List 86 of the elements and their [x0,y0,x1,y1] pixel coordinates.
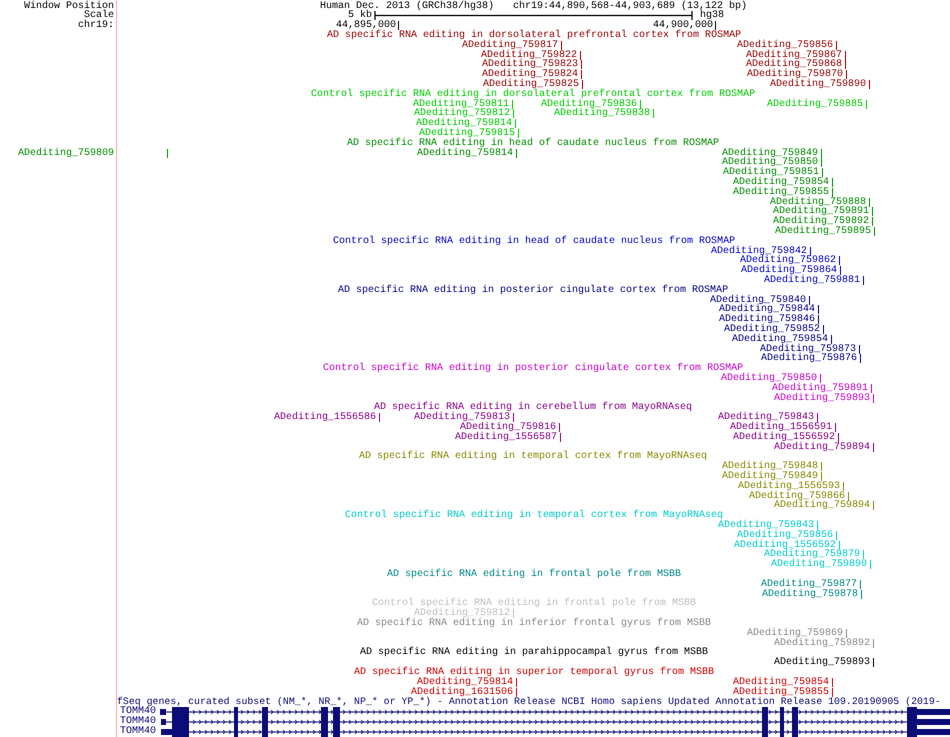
feature-mark [640,100,641,109]
feature-mark [820,374,821,383]
track-title: AD specific RNA editing in frontal pole from MSBB [387,570,682,580]
feature-mark [817,413,818,422]
feature-label[interactable]: ADediting_759855 [732,188,829,198]
feature-mark [817,521,818,530]
feature-mark [873,501,874,510]
feature-label[interactable]: ADediting_759895 [774,227,871,237]
feature-label[interactable]: ADediting_759814 [416,678,513,688]
feature-label[interactable]: ADediting_759876 [760,354,857,364]
feature-label[interactable]: ADediting_1631506 [410,688,513,698]
track-title: Control specific RNA editing in temporal cortex from MayoRNAseq [345,511,724,522]
feature-label[interactable]: ADediting_759816 [460,423,556,433]
feature-mark [866,100,867,109]
feature-label[interactable]: ADediting_759854 [732,178,829,188]
feature-label[interactable]: ADediting_1556587 [454,432,557,443]
track-title: AD specific RNA editing in inferior frontal gyrus from MSBB [357,619,712,629]
feature-mark [561,40,562,50]
track-title: AD specific RNA editing in temporal cortex from MayoRNAseq [359,452,708,462]
feature-mark [863,276,864,285]
feature-label[interactable]: ADediting_759894 [774,442,870,453]
feature-label[interactable]: ADediting_759881 [764,276,860,286]
track-title: fSeq genes, curated subset (NM_*, NR_*, NP_* or YP_*) - Annotation Release NCBI Homo sapiens Updated Annotation Release 109.20190905 (2019- [117,697,941,708]
feature-mark [846,628,847,638]
feature-label[interactable]: ADediting_759814 [416,148,513,159]
genome-label: hg38 [700,11,724,22]
feature-mark [869,80,870,89]
track-title: AD specific RNA editing in posterior cingulate cortex from ROSMAP [338,286,728,296]
feature-label[interactable]: ADediting_759825 [482,80,579,90]
feature-mark [653,109,654,118]
feature-mark [873,442,874,452]
gene-label[interactable]: TOMM40 [120,717,156,727]
track-title: AD specific RNA editing in head of caudate nucleus from ROSMAP [347,138,720,149]
feature-label[interactable]: ADediting_759867 [746,50,842,61]
feature-label[interactable]: ADediting_759849 [722,472,818,482]
feature-label[interactable]: ADediting_759849 [722,148,818,159]
feature-mark [810,246,811,256]
scale-label: 5 kb [348,11,372,22]
gene-model-drawing[interactable] [159,717,950,727]
feature-label[interactable]: ADediting_759893 [774,658,870,668]
feature-mark [873,658,874,668]
gene-label[interactable]: TOMM40 [120,707,156,718]
track-title: AD specific RNA editing in superior temporal gyrus from MSBB [354,668,714,678]
feature-mark [167,148,168,158]
feature-label[interactable]: ADediting_759840 [710,296,806,306]
gene-model-drawing[interactable] [159,726,950,737]
feature-mark [516,148,517,158]
feature-label[interactable]: ADediting_1556591 [730,423,832,433]
feature-label[interactable]: ADediting_759891 [772,384,868,394]
feature-label[interactable]: ADediting_759809 [18,148,114,159]
coordinate-tick [715,21,716,30]
feature-label[interactable]: ADediting_759817 [462,40,558,51]
feature-mark [873,638,874,648]
feature-label[interactable]: ADediting_759842 [710,246,807,257]
feature-label[interactable]: ADediting_759888 [770,198,866,208]
feature-label[interactable]: ADediting_1556593 [738,482,840,492]
feature-label[interactable]: ADediting_759890 [770,80,866,90]
feature-label[interactable]: ADediting_759893 [774,394,870,404]
feature-mark [513,609,514,618]
track-title: Control specific RNA editing in head of caudate nucleus from ROSMAP [333,236,736,247]
feature-label[interactable]: ADediting_1556586 [274,413,376,424]
position-label: chr19:44,890,568-44,903,689 (13,122 bp) [513,2,748,12]
gene-label[interactable]: TOMM40 [120,726,156,737]
feature-label[interactable]: ADediting_759869 [746,628,843,639]
feature-label[interactable]: ADediting_759850 [720,374,817,384]
feature-label[interactable]: ADediting_1556592 [732,432,835,443]
feature-label[interactable]: ADediting_759892 [774,638,870,649]
feature-mark [513,413,514,422]
feature-label[interactable]: ADediting_759894 [774,501,870,512]
feature-label[interactable]: ADediting_759822 [480,50,577,61]
row-label: chr19: [78,21,114,32]
track-title: AD specific RNA editing in dorsolateral prefrontal cortex from ROSMAP [327,31,742,41]
track-title: Control specific RNA editing in dorsolateral prefrontal cortex from ROSMAP [311,90,756,100]
feature-label[interactable]: ADediting_759877 [760,580,857,590]
track-title: Control specific RNA editing in frontal pole from MSBB [372,599,696,610]
feature-label[interactable]: ADediting_759854 [732,678,829,688]
feature-label[interactable]: ADediting_759878 [762,590,858,600]
track-title: AD specific RNA editing in parahippocampal gyrus from MSBB [360,648,708,658]
feature-mark [379,413,380,422]
feature-label[interactable]: ADediting_759854 [732,334,828,345]
gene-model-drawing[interactable] [159,707,950,718]
coordinate-tick [398,21,399,30]
feature-label[interactable]: ADediting_759873 [760,344,856,355]
feature-label[interactable]: ADediting_759852 [724,325,820,335]
feature-label[interactable]: ADediting_759855 [732,688,829,698]
feature-label[interactable]: ADediting_759856 [736,40,833,51]
